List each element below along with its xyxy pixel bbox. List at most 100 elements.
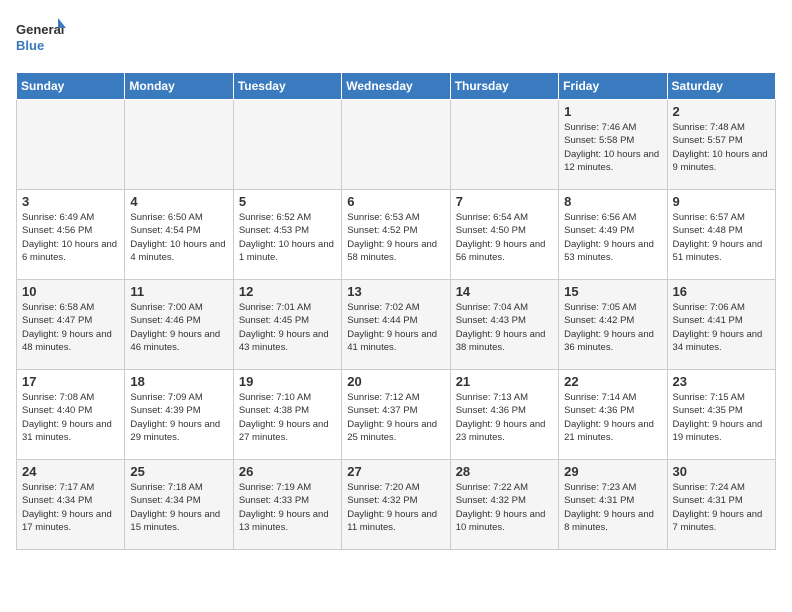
calendar-cell: 13 Sunrise: 7:02 AM Sunset: 4:44 PM Dayli… [342,280,450,370]
calendar-cell: 10 Sunrise: 6:58 AM Sunset: 4:47 PM Dayli… [17,280,125,370]
col-header-saturday: Saturday [667,73,775,100]
day-info: Sunrise: 7:01 AM Sunset: 4:45 PM Dayligh… [239,301,336,354]
day-info: Sunrise: 7:19 AM Sunset: 4:33 PM Dayligh… [239,481,336,534]
calendar-cell: 23 Sunrise: 7:15 AM Sunset: 4:35 PM Dayli… [667,370,775,460]
calendar-cell: 25 Sunrise: 7:18 AM Sunset: 4:34 PM Dayli… [125,460,233,550]
day-info: Sunrise: 7:48 AM Sunset: 5:57 PM Dayligh… [673,121,770,174]
calendar-cell: 5 Sunrise: 6:52 AM Sunset: 4:53 PM Daylig… [233,190,341,280]
day-number: 30 [673,464,770,479]
calendar-cell: 1Sunrise: 7:46 AM Sunset: 5:58 PM Daylig… [559,100,667,190]
calendar-cell: 7 Sunrise: 6:54 AM Sunset: 4:50 PM Daylig… [450,190,558,280]
calendar-cell: 16 Sunrise: 7:06 AM Sunset: 4:41 PM Dayli… [667,280,775,370]
day-info: Sunrise: 7:22 AM Sunset: 4:32 PM Dayligh… [456,481,553,534]
day-number: 13 [347,284,444,299]
calendar-cell: 21 Sunrise: 7:13 AM Sunset: 4:36 PM Dayli… [450,370,558,460]
day-info: Sunrise: 7:24 AM Sunset: 4:31 PM Dayligh… [673,481,770,534]
day-info: Sunrise: 7:00 AM Sunset: 4:46 PM Dayligh… [130,301,227,354]
day-number: 12 [239,284,336,299]
day-info: Sunrise: 7:06 AM Sunset: 4:41 PM Dayligh… [673,301,770,354]
day-info: Sunrise: 7:05 AM Sunset: 4:42 PM Dayligh… [564,301,661,354]
col-header-sunday: Sunday [17,73,125,100]
calendar-cell: 14Sunrise: 7:04 AM Sunset: 4:43 PM Dayli… [450,280,558,370]
calendar-cell: 15 Sunrise: 7:05 AM Sunset: 4:42 PM Dayli… [559,280,667,370]
calendar-cell: 12 Sunrise: 7:01 AM Sunset: 4:45 PM Dayli… [233,280,341,370]
col-header-wednesday: Wednesday [342,73,450,100]
day-number: 5 [239,194,336,209]
day-number: 8 [564,194,661,209]
day-info: Sunrise: 7:15 AM Sunset: 4:35 PM Dayligh… [673,391,770,444]
col-header-friday: Friday [559,73,667,100]
day-info: Sunrise: 7:08 AM Sunset: 4:40 PM Dayligh… [22,391,119,444]
calendar-cell [233,100,341,190]
calendar-cell: 29 Sunrise: 7:23 AM Sunset: 4:31 PM Dayli… [559,460,667,550]
day-info: Sunrise: 6:53 AM Sunset: 4:52 PM Dayligh… [347,211,444,264]
day-info: Sunrise: 7:12 AM Sunset: 4:37 PM Dayligh… [347,391,444,444]
day-info: Sunrise: 7:17 AM Sunset: 4:34 PM Dayligh… [22,481,119,534]
day-number: 26 [239,464,336,479]
day-number: 29 [564,464,661,479]
day-number: 16 [673,284,770,299]
calendar-cell: 6Sunrise: 6:53 AM Sunset: 4:52 PM Daylig… [342,190,450,280]
day-info: Sunrise: 7:09 AM Sunset: 4:39 PM Dayligh… [130,391,227,444]
day-info: Sunrise: 7:23 AM Sunset: 4:31 PM Dayligh… [564,481,661,534]
page-header: General Blue [16,16,776,60]
day-number: 27 [347,464,444,479]
calendar-cell: 4 Sunrise: 6:50 AM Sunset: 4:54 PM Daylig… [125,190,233,280]
day-info: Sunrise: 6:50 AM Sunset: 4:54 PM Dayligh… [130,211,227,264]
day-number: 25 [130,464,227,479]
day-number: 20 [347,374,444,389]
calendar-cell: 27 Sunrise: 7:20 AM Sunset: 4:32 PM Dayli… [342,460,450,550]
day-info: Sunrise: 7:13 AM Sunset: 4:36 PM Dayligh… [456,391,553,444]
logo-svg: General Blue [16,16,66,60]
calendar-cell: 11 Sunrise: 7:00 AM Sunset: 4:46 PM Dayli… [125,280,233,370]
col-header-tuesday: Tuesday [233,73,341,100]
calendar-cell [17,100,125,190]
calendar-cell: 17 Sunrise: 7:08 AM Sunset: 4:40 PM Dayli… [17,370,125,460]
day-number: 10 [22,284,119,299]
calendar-cell: 28 Sunrise: 7:22 AM Sunset: 4:32 PM Dayli… [450,460,558,550]
day-number: 28 [456,464,553,479]
day-number: 21 [456,374,553,389]
day-info: Sunrise: 6:54 AM Sunset: 4:50 PM Dayligh… [456,211,553,264]
day-number: 22 [564,374,661,389]
day-number: 7 [456,194,553,209]
calendar-cell: 30 Sunrise: 7:24 AM Sunset: 4:31 PM Dayli… [667,460,775,550]
day-number: 9 [673,194,770,209]
day-info: Sunrise: 7:10 AM Sunset: 4:38 PM Dayligh… [239,391,336,444]
col-header-thursday: Thursday [450,73,558,100]
day-info: Sunrise: 7:18 AM Sunset: 4:34 PM Dayligh… [130,481,227,534]
calendar-cell: 18 Sunrise: 7:09 AM Sunset: 4:39 PM Dayli… [125,370,233,460]
calendar-cell: 20 Sunrise: 7:12 AM Sunset: 4:37 PM Dayli… [342,370,450,460]
day-info: Sunrise: 6:58 AM Sunset: 4:47 PM Dayligh… [22,301,119,354]
calendar-cell [125,100,233,190]
day-info: Sunrise: 6:52 AM Sunset: 4:53 PM Dayligh… [239,211,336,264]
logo: General Blue [16,16,66,60]
day-info: Sunrise: 7:02 AM Sunset: 4:44 PM Dayligh… [347,301,444,354]
day-info: Sunrise: 6:49 AM Sunset: 4:56 PM Dayligh… [22,211,119,264]
day-info: Sunrise: 7:20 AM Sunset: 4:32 PM Dayligh… [347,481,444,534]
calendar-cell: 8 Sunrise: 6:56 AM Sunset: 4:49 PM Daylig… [559,190,667,280]
col-header-monday: Monday [125,73,233,100]
day-info: Sunrise: 6:56 AM Sunset: 4:49 PM Dayligh… [564,211,661,264]
day-info: Sunrise: 6:57 AM Sunset: 4:48 PM Dayligh… [673,211,770,264]
calendar-cell: 26 Sunrise: 7:19 AM Sunset: 4:33 PM Dayli… [233,460,341,550]
calendar-cell [450,100,558,190]
day-number: 18 [130,374,227,389]
day-info: Sunrise: 7:14 AM Sunset: 4:36 PM Dayligh… [564,391,661,444]
day-number: 14 [456,284,553,299]
calendar-cell: 22 Sunrise: 7:14 AM Sunset: 4:36 PM Dayli… [559,370,667,460]
day-number: 17 [22,374,119,389]
svg-text:Blue: Blue [16,38,44,53]
calendar-cell: 19 Sunrise: 7:10 AM Sunset: 4:38 PM Dayli… [233,370,341,460]
day-number: 24 [22,464,119,479]
calendar-cell: 3Sunrise: 6:49 AM Sunset: 4:56 PM Daylig… [17,190,125,280]
day-number: 19 [239,374,336,389]
day-number: 23 [673,374,770,389]
calendar-table: SundayMondayTuesdayWednesdayThursdayFrid… [16,72,776,550]
day-number: 1 [564,104,661,119]
calendar-cell: 2Sunrise: 7:48 AM Sunset: 5:57 PM Daylig… [667,100,775,190]
day-number: 15 [564,284,661,299]
calendar-cell [342,100,450,190]
day-number: 11 [130,284,227,299]
day-number: 4 [130,194,227,209]
